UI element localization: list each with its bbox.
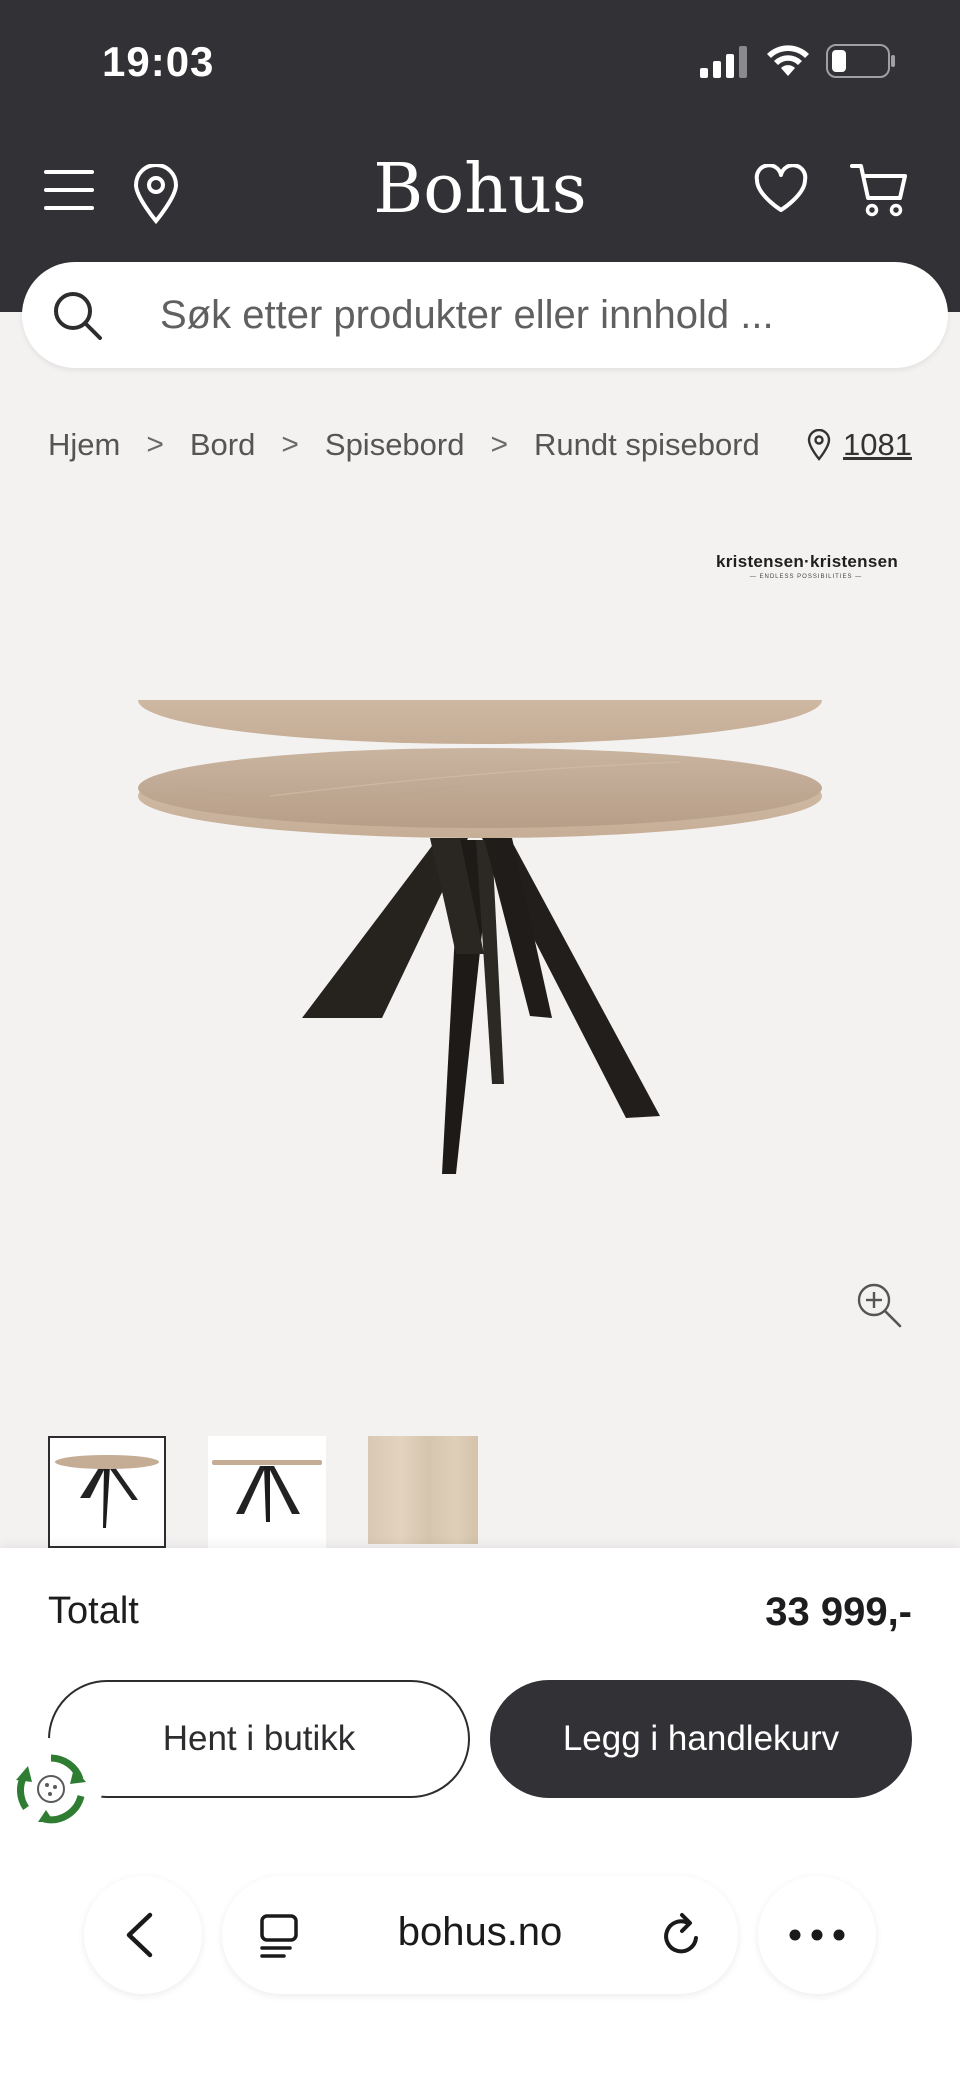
browser-back-button[interactable] [84,1876,202,1994]
battery-icon [826,44,895,78]
thumbnail-1[interactable] [48,1436,166,1548]
status-bar: 19:03 [0,0,960,120]
browser-more-button[interactable] [758,1876,876,1994]
reload-icon[interactable] [660,1912,704,1958]
breadcrumb-bord[interactable]: Bord [190,427,255,463]
thumbnail-3[interactable] [368,1436,478,1544]
status-time: 19:03 [102,38,215,85]
store-number: 1081 [843,427,912,462]
breadcrumb-rundt-spisebord[interactable]: Rundt spisebord [534,427,760,463]
search-icon [54,292,102,340]
image-thumbnails [48,1436,478,1548]
round-dining-table-icon [55,1455,159,1528]
bohus-logo[interactable]: Bohus [0,150,960,229]
breadcrumb: Hjem > Bord > Spisebord > Rundt spisebor… [48,420,908,470]
browser-toolbar: bohus.no [0,1870,960,2078]
breadcrumb-separator: > [490,428,509,461]
shopping-cart-icon[interactable] [850,162,908,218]
round-dining-table-side-icon [212,1460,322,1522]
recycle-icon [16,1754,86,1824]
round-dining-table-icon[interactable] [120,700,840,1180]
breadcrumb-home[interactable]: Hjem [48,427,120,463]
breadcrumb-separator: > [281,428,299,461]
pickup-in-store-button[interactable]: Hent i butikk [48,1680,470,1798]
eco-badge[interactable] [0,1738,102,1840]
cellular-signal-icon [700,46,747,78]
total-label: Totalt [48,1590,139,1632]
breadcrumb-spisebord[interactable]: Spisebord [325,427,465,463]
breadcrumb-separator: > [146,428,164,461]
wifi-icon [767,45,809,76]
thumbnail-2[interactable] [208,1436,326,1548]
search-bar[interactable] [22,262,948,368]
search-input[interactable] [160,262,900,368]
brand-logo: kristensen·kristensen — ENDLESS POSSIBIL… [716,552,899,580]
brand-name: kristensen·kristensen [716,552,899,571]
wishlist-heart-icon[interactable] [754,164,808,214]
brand-tagline: — ENDLESS POSSIBILITIES — [749,574,863,580]
chevron-left-icon [126,1912,153,1958]
zoom-in-icon[interactable] [856,1282,904,1328]
total-price: 33 999,- [765,1590,912,1634]
address-bar[interactable]: bohus.no [222,1876,738,1994]
more-dots-icon [789,1929,845,1941]
store-selector[interactable]: 1081 [807,420,912,470]
add-to-cart-button[interactable]: Legg i handlekurv [490,1680,912,1798]
location-pin-icon [807,429,831,461]
navbar: Bohus [0,150,960,240]
